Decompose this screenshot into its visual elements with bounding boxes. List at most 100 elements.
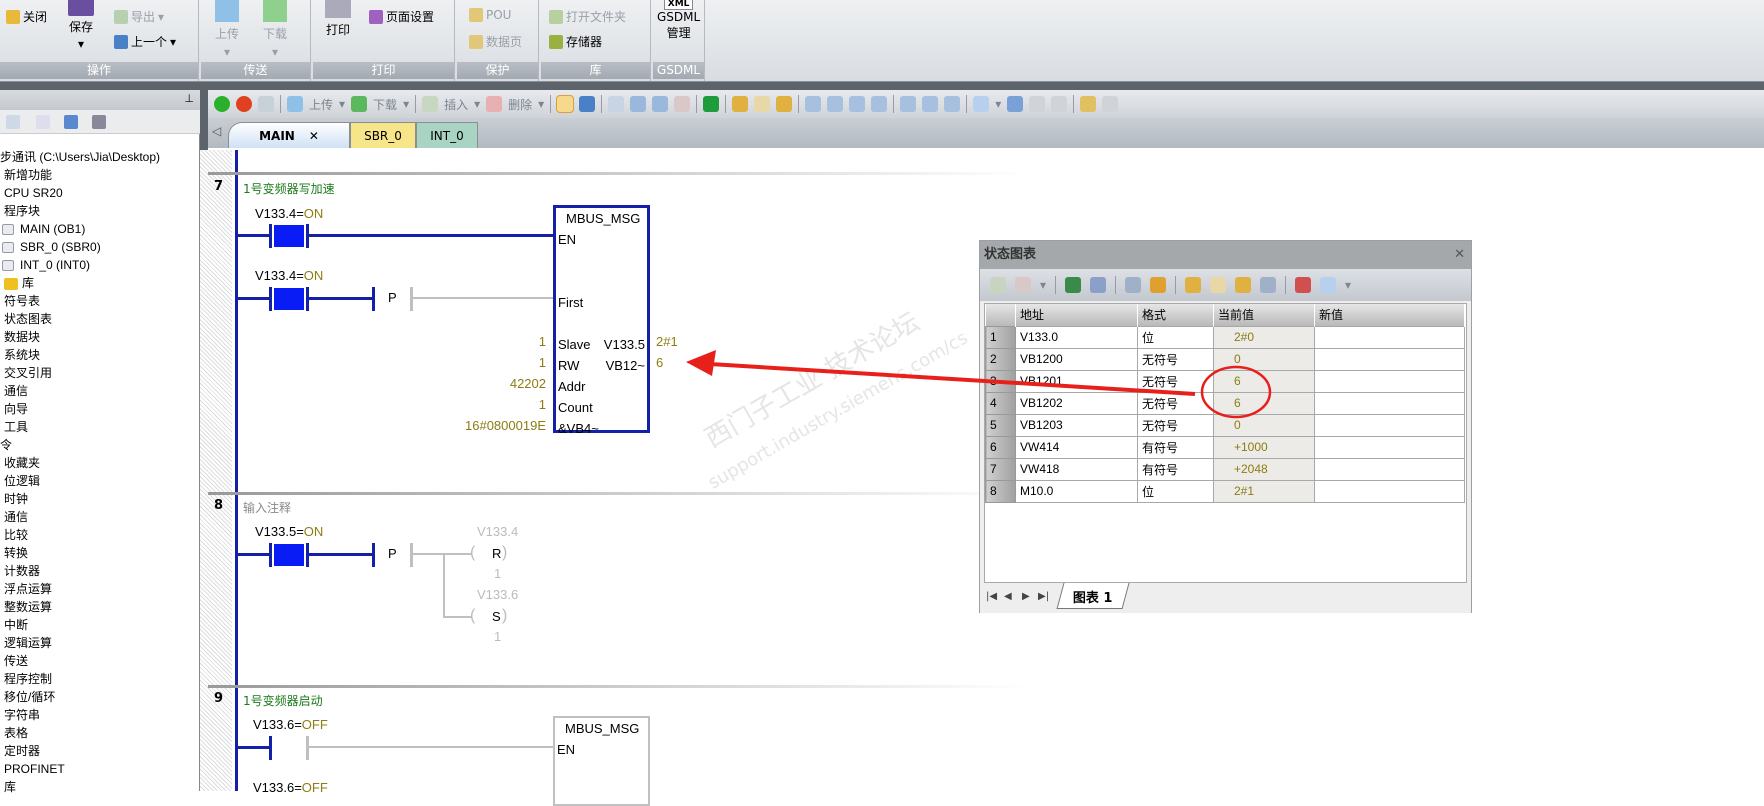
- comment-edit-icon[interactable]: [1029, 96, 1046, 112]
- line-down-icon[interactable]: [827, 96, 844, 112]
- branch-down-icon[interactable]: [805, 96, 822, 112]
- properties-icon[interactable]: [1102, 96, 1119, 112]
- add-row-icon[interactable]: [990, 277, 1006, 293]
- network-comment[interactable]: 1号变频器启动: [243, 692, 323, 709]
- close-icon[interactable]: ✕: [309, 129, 319, 143]
- sheet-tab-chart-1[interactable]: 图表 1: [1056, 583, 1130, 609]
- format-cell[interactable]: 无符号: [1137, 413, 1214, 437]
- table-row[interactable]: 6 VW414 有符号 +1000: [985, 435, 1465, 459]
- trend-icon[interactable]: [1295, 277, 1312, 293]
- address-cell[interactable]: VB1201: [1015, 369, 1138, 393]
- unlock-icon[interactable]: [754, 96, 771, 112]
- tree-item[interactable]: 逻辑运算: [0, 634, 200, 652]
- download-icon[interactable]: [351, 96, 368, 112]
- column-header-format[interactable]: 格式: [1137, 304, 1214, 326]
- upload-button[interactable]: 上传 ▾: [215, 0, 239, 59]
- delete-icon[interactable]: [486, 96, 503, 112]
- tab-int-0[interactable]: INT_0: [416, 122, 478, 148]
- current-value-cell[interactable]: +1000: [1213, 435, 1315, 459]
- box-icon[interactable]: [944, 96, 961, 112]
- tree-item[interactable]: 浮点运算: [0, 580, 200, 598]
- format-cell[interactable]: 无符号: [1137, 347, 1214, 371]
- print-button[interactable]: 打印: [325, 0, 351, 38]
- current-value-cell[interactable]: 0: [1213, 413, 1315, 437]
- line-up-icon[interactable]: [849, 96, 866, 112]
- tree-item[interactable]: 令: [0, 436, 200, 454]
- new-value-cell[interactable]: [1314, 369, 1465, 393]
- tree-item[interactable]: 通信: [0, 508, 200, 526]
- tree-item[interactable]: 库: [0, 778, 200, 796]
- open-folder-button[interactable]: 打开文件夹: [549, 8, 626, 25]
- table-row[interactable]: 5 VB1203 无符号 0: [985, 413, 1465, 437]
- tree-item[interactable]: 程序控制: [0, 670, 200, 688]
- coil-set[interactable]: ( ): [470, 607, 507, 625]
- scroll-left-icon[interactable]: ◁: [212, 124, 221, 138]
- tree-item[interactable]: 比较: [0, 526, 200, 544]
- current-value-cell[interactable]: 0: [1213, 347, 1315, 371]
- lock-icon[interactable]: [732, 96, 749, 112]
- chart-status-icon[interactable]: [1065, 277, 1082, 293]
- contact-energized[interactable]: [274, 225, 304, 247]
- symbol-tag-icon[interactable]: [973, 96, 990, 112]
- current-value-cell[interactable]: 6: [1213, 369, 1315, 393]
- lock-add-icon[interactable]: [776, 96, 793, 112]
- tree-item[interactable]: SBR_0 (SBR0): [0, 238, 200, 256]
- tree-item[interactable]: MAIN (OB1): [0, 220, 200, 238]
- memory-button[interactable]: 存储器: [549, 33, 602, 50]
- tree-item[interactable]: 计数器: [0, 562, 200, 580]
- address-cell[interactable]: VB1200: [1015, 347, 1138, 371]
- upload-icon[interactable]: [287, 96, 303, 112]
- coil-icon[interactable]: [922, 96, 939, 112]
- column-header-address[interactable]: 地址: [1015, 304, 1138, 326]
- download-button[interactable]: 下载 ▾: [263, 0, 287, 59]
- stop-icon[interactable]: [236, 96, 252, 112]
- format-cell[interactable]: 有符号: [1137, 457, 1214, 481]
- tree-item[interactable]: 定时器: [0, 742, 200, 760]
- current-value-cell[interactable]: 2#0: [1213, 325, 1315, 349]
- current-value-cell[interactable]: 6: [1213, 391, 1315, 415]
- new-value-cell[interactable]: [1314, 391, 1465, 415]
- coil-reset[interactable]: ( ): [470, 544, 507, 562]
- address-cell[interactable]: M10.0: [1015, 479, 1138, 503]
- new-value-cell[interactable]: [1314, 347, 1465, 371]
- pause-status-icon[interactable]: [579, 96, 596, 112]
- address-cell[interactable]: VB1202: [1015, 391, 1138, 415]
- tree-item[interactable]: 交叉引用: [0, 364, 200, 382]
- tree-item[interactable]: 表格: [0, 724, 200, 742]
- tree-item[interactable]: 字符串: [0, 706, 200, 724]
- table-row[interactable]: 3 VB1201 无符号 6: [985, 369, 1465, 393]
- next-bookmark-icon[interactable]: [652, 96, 669, 112]
- run-icon[interactable]: [214, 96, 230, 112]
- program-status-icon[interactable]: [556, 95, 575, 113]
- tree-item[interactable]: 数据块: [0, 328, 200, 346]
- unforce-icon[interactable]: [1210, 277, 1227, 293]
- format-cell[interactable]: 无符号: [1137, 391, 1214, 415]
- unforce-all-icon[interactable]: [1235, 277, 1252, 293]
- bookmark-icon[interactable]: [608, 96, 625, 112]
- contact-energized[interactable]: [274, 544, 304, 566]
- tree-item[interactable]: 工具: [0, 418, 200, 436]
- tree-item[interactable]: 库: [0, 274, 200, 292]
- current-value-cell[interactable]: 2#1: [1213, 479, 1315, 503]
- tree-item[interactable]: 向导: [0, 400, 200, 418]
- tree-item[interactable]: 步通讯 (C:\Users\Jia\Desktop): [0, 148, 200, 166]
- table-row[interactable]: 4 VB1202 无符号 6: [985, 391, 1465, 415]
- new-value-cell[interactable]: [1314, 435, 1465, 459]
- format-cell[interactable]: 有符号: [1137, 435, 1214, 459]
- format-cell[interactable]: 无符号: [1137, 369, 1214, 393]
- tag-icon[interactable]: [1320, 277, 1337, 293]
- positive-edge[interactable]: P: [388, 546, 397, 561]
- tree-item[interactable]: CPU SR20: [0, 184, 200, 202]
- previous-button[interactable]: 上一个 ▾: [114, 33, 176, 50]
- tree-item[interactable]: 传送: [0, 652, 200, 670]
- column-header-current[interactable]: 当前值: [1213, 304, 1315, 326]
- table-row[interactable]: 2 VB1200 无符号 0: [985, 347, 1465, 371]
- address-cell[interactable]: VB1203: [1015, 413, 1138, 437]
- mbus-msg-block[interactable]: MBUS_MSG EN First Slave RW Addr Count &V…: [553, 205, 650, 436]
- tree-item[interactable]: 符号表: [0, 292, 200, 310]
- format-cell[interactable]: 位: [1137, 479, 1214, 503]
- read-forced-icon[interactable]: [1260, 277, 1277, 293]
- close-icon[interactable]: ✕: [1454, 241, 1465, 269]
- data-page-button[interactable]: 数据页: [469, 33, 522, 50]
- prev-sheet-icon[interactable]: ◀: [1004, 591, 1012, 602]
